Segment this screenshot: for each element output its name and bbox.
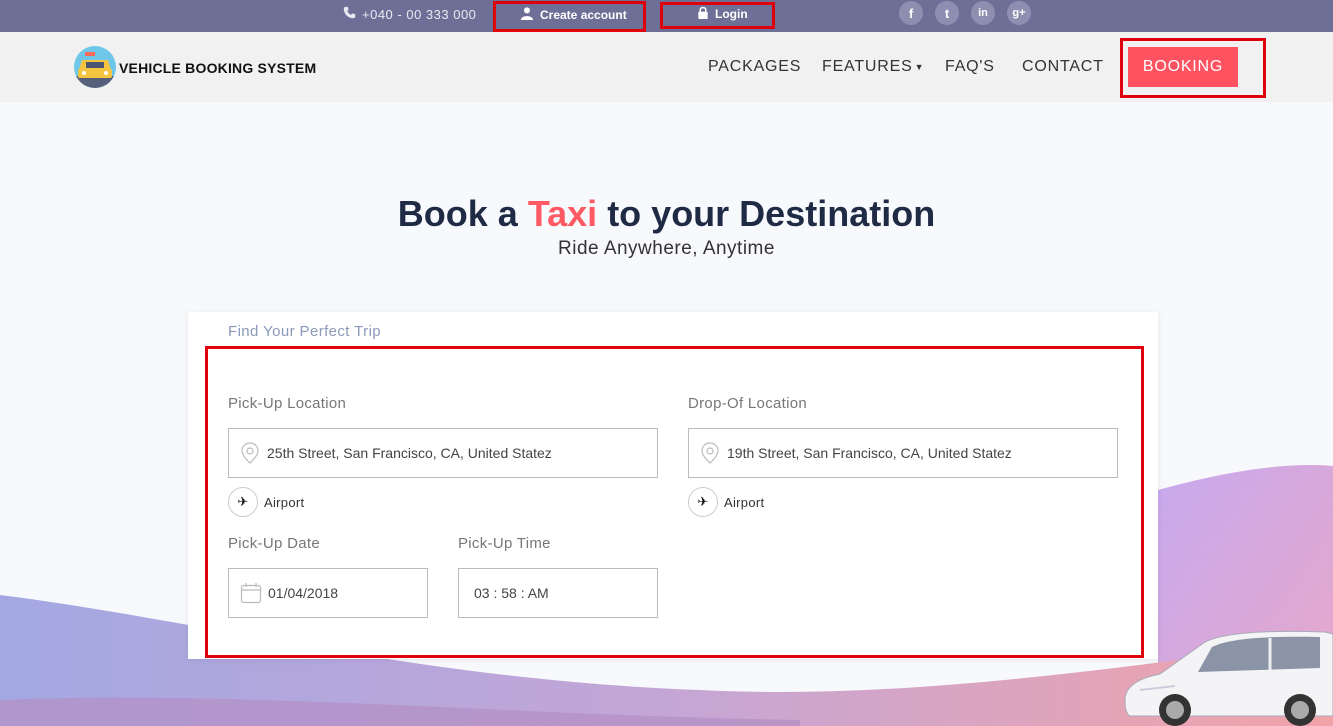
highlight-login bbox=[660, 2, 775, 29]
nav-packages[interactable]: PACKAGES bbox=[708, 58, 801, 76]
nav-features[interactable]: FEATURES ▼ bbox=[822, 58, 924, 76]
caret-down-icon: ▼ bbox=[914, 62, 925, 72]
car-illustration bbox=[1124, 630, 1333, 726]
phone-icon bbox=[343, 6, 356, 22]
hero-subtitle: Ride Anywhere, Anytime bbox=[558, 238, 775, 259]
phone-contact: +040 - 00 333 000 bbox=[343, 6, 476, 22]
logo-text[interactable]: VEHICLE BOOKING SYSTEM bbox=[119, 60, 316, 76]
hero-title-pre: Book a bbox=[397, 193, 528, 234]
hero-title: Book a Taxi to your Destination bbox=[0, 193, 1333, 235]
facebook-icon[interactable]: f bbox=[899, 1, 923, 25]
nav-faqs[interactable]: FAQ'S bbox=[945, 58, 995, 76]
twitter-icon[interactable]: t bbox=[935, 1, 959, 25]
highlight-booking bbox=[1120, 38, 1266, 98]
taxi-logo-icon[interactable] bbox=[74, 46, 116, 88]
hero-title-post: to your Destination bbox=[597, 193, 936, 234]
hero-title-accent: Taxi bbox=[527, 193, 598, 234]
google-plus-icon[interactable]: g+ bbox=[1007, 1, 1031, 25]
highlight-create-account bbox=[493, 1, 646, 32]
phone-number: +040 - 00 333 000 bbox=[362, 6, 477, 22]
linkedin-icon[interactable]: in bbox=[971, 1, 995, 25]
nav-features-label: FEATURES bbox=[822, 58, 913, 75]
nav-contact[interactable]: CONTACT bbox=[1022, 58, 1104, 76]
form-title: Find Your Perfect Trip bbox=[228, 323, 382, 340]
highlight-trip-form bbox=[205, 346, 1144, 658]
